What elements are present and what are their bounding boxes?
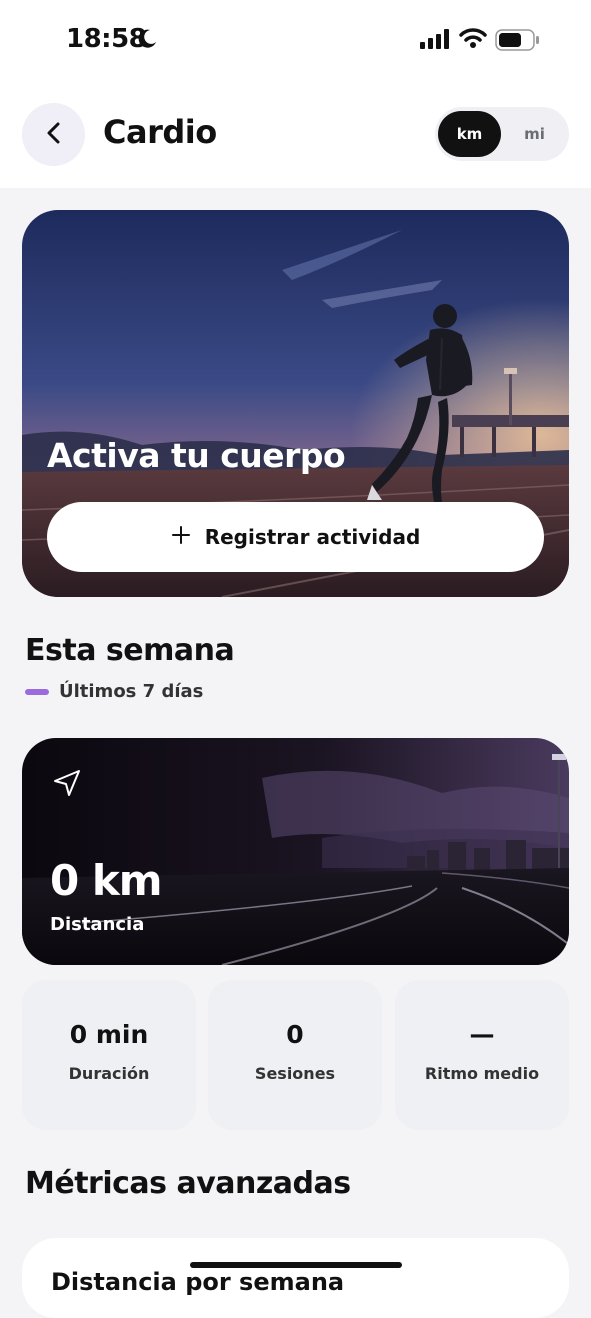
period-indicator <box>25 688 49 695</box>
page-title: Cardio <box>103 113 217 151</box>
signal-icon <box>420 29 450 53</box>
header: Cardio km mi <box>0 80 591 188</box>
unit-option-mi[interactable]: mi <box>503 111 566 157</box>
stat-value: — <box>469 1020 495 1049</box>
stat-card-duration[interactable]: 0 min Duración <box>22 980 196 1130</box>
stat-label: Duración <box>68 1064 150 1083</box>
home-indicator <box>190 1262 402 1268</box>
hero-card: Activa tu cuerpo Registrar actividad <box>22 210 569 597</box>
week-subtitle: Últimos 7 días <box>25 681 203 702</box>
unit-option-km[interactable]: km <box>438 111 501 157</box>
register-activity-label: Registrar actividad <box>204 525 421 549</box>
week-section-title: Esta semana <box>25 633 235 668</box>
wifi-icon <box>459 27 487 53</box>
weekly-distance-title: Distancia por semana <box>51 1268 345 1296</box>
stat-card-sessions[interactable]: 0 Sesiones <box>208 980 382 1130</box>
stat-label: Ritmo medio <box>424 1064 540 1083</box>
plus-icon <box>171 525 191 549</box>
navigation-arrow-icon <box>52 768 82 802</box>
advanced-metrics-title: Métricas avanzadas <box>25 1166 351 1201</box>
distance-value: 0 km <box>50 856 163 905</box>
unit-toggle[interactable]: km mi <box>435 107 569 161</box>
week-subtitle-label: Últimos 7 días <box>59 681 204 702</box>
status-bar: 18:58 <box>0 0 591 80</box>
weekly-distance-card[interactable]: Distancia por semana <box>22 1238 569 1318</box>
back-button[interactable] <box>22 103 85 166</box>
distance-card[interactable]: 0 km Distancia <box>22 738 569 965</box>
register-activity-button[interactable]: Registrar actividad <box>47 502 544 572</box>
hero-title: Activa tu cuerpo <box>47 436 346 475</box>
status-time: 18:58 <box>66 24 147 54</box>
distance-label: Distancia <box>50 914 145 935</box>
stat-value: 0 <box>286 1020 304 1049</box>
stat-card-average-pace[interactable]: — Ritmo medio <box>395 980 569 1130</box>
stat-value: 0 min <box>69 1020 149 1049</box>
battery-icon <box>495 28 541 56</box>
moon-icon <box>136 28 158 54</box>
chevron-left-icon <box>44 121 64 149</box>
stat-label: Sesiones <box>254 1064 336 1083</box>
